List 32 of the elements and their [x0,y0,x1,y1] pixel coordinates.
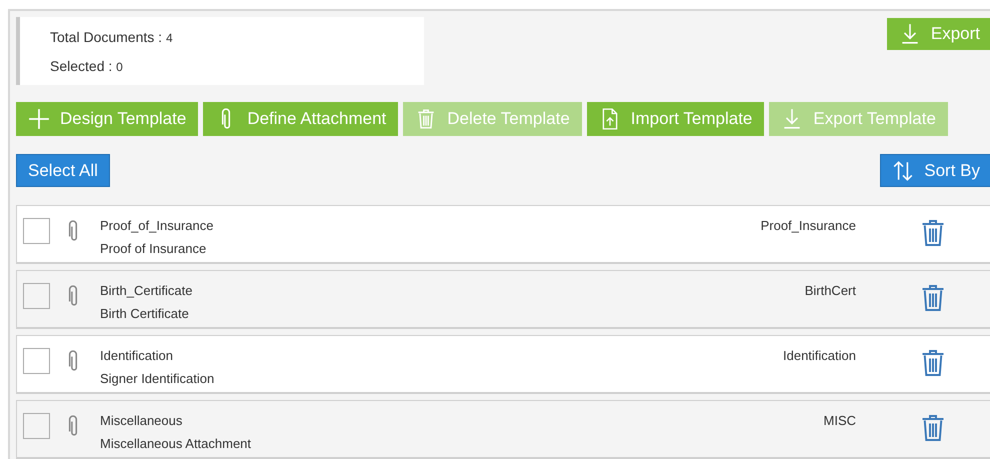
checkbox[interactable] [23,283,50,309]
document-row[interactable]: Miscellaneous Miscellaneous Attachment MISC [16,400,990,459]
document-description: Proof of Insurance [100,240,206,258]
select-all-button[interactable]: Select All [16,154,110,187]
document-code: Identification [783,348,856,363]
selected-value: 0 [116,60,123,74]
document-name: Proof_of_Insurance [100,217,214,235]
document-row[interactable]: Proof_of_Insurance Proof of Insurance Proof_Insurance [16,205,990,264]
checkbox[interactable] [23,348,50,374]
document-description: Signer Identification [100,370,214,388]
checkbox[interactable] [23,413,50,439]
document-name: Identification [100,347,173,365]
document-code: MISC [824,413,856,428]
checkbox[interactable] [23,218,50,244]
sort-icon [892,160,914,182]
selected-label: Selected : [50,58,112,74]
total-value: 4 [166,31,173,45]
document-description: Birth Certificate [100,305,189,323]
document-row[interactable]: Identification Signer Identification Identification [16,335,990,394]
document-row[interactable]: Birth_Certificate Birth Certificate BirthCert [16,270,990,329]
document-description: Miscellaneous Attachment [100,435,252,453]
plus-icon [28,108,50,130]
toolbar-button[interactable]: Import Template [586,102,764,136]
document-code: Proof_Insurance [760,218,856,233]
toolbar-button[interactable]: Define Attachment [203,102,398,136]
total-label: Total Documents : [50,29,162,45]
document-name: Miscellaneous [100,412,182,430]
toolbar-button[interactable]: Design Template [16,102,198,136]
export-button[interactable]: Export [886,18,990,50]
sort-by-button[interactable]: Sort By [880,154,990,187]
document-code: BirthCert [804,283,856,298]
document-name: Birth_Certificate [100,282,192,300]
